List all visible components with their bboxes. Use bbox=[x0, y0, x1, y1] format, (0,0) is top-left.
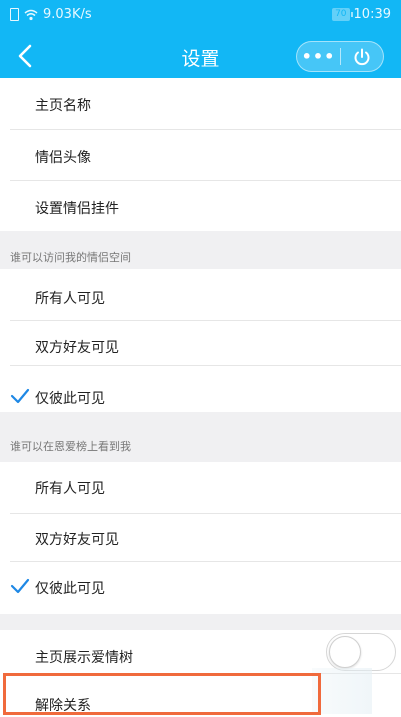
status-bar: 9.03K/s 70 10:39 bbox=[0, 0, 401, 34]
sim-card-icon bbox=[10, 8, 19, 21]
rank-option-all[interactable]: 所有人可见 bbox=[0, 462, 401, 513]
checkmark-icon bbox=[10, 388, 30, 404]
visit-option-friends[interactable]: 双方好友可见 bbox=[0, 321, 401, 365]
capsule-menu: ••• bbox=[296, 41, 384, 72]
rank-option-friends-label: 双方好友可见 bbox=[35, 532, 119, 548]
highlight-box bbox=[3, 673, 321, 715]
section-header-visit: 谁可以访问我的情侣空间 bbox=[0, 231, 401, 269]
love-tree-toggle[interactable] bbox=[326, 633, 396, 671]
visit-option-all-label: 所有人可见 bbox=[35, 291, 105, 307]
power-icon bbox=[354, 48, 370, 65]
status-left: 9.03K/s bbox=[10, 7, 92, 22]
more-button[interactable]: ••• bbox=[297, 42, 340, 71]
rank-option-friends[interactable]: 双方好友可见 bbox=[0, 514, 401, 561]
rank-option-all-label: 所有人可见 bbox=[35, 481, 105, 497]
section-header-visit-label: 谁可以访问我的情侣空间 bbox=[10, 251, 131, 264]
couple-pendant-row[interactable]: 设置情侣挂件 bbox=[0, 181, 401, 231]
couple-avatar-label: 情侣头像 bbox=[35, 150, 91, 166]
visit-option-friends-label: 双方好友可见 bbox=[35, 340, 119, 356]
rank-option-mutual[interactable]: 仅彼此可见 bbox=[0, 562, 401, 614]
status-right: 70 10:39 bbox=[332, 7, 391, 22]
visit-option-mutual-label: 仅彼此可见 bbox=[35, 391, 105, 407]
clock: 10:39 bbox=[353, 7, 391, 22]
battery-icon: 70 bbox=[332, 8, 354, 21]
network-speed: 9.03K/s bbox=[43, 7, 92, 22]
visit-option-all[interactable]: 所有人可见 bbox=[0, 269, 401, 320]
watermark-overlay bbox=[312, 668, 372, 714]
toggle-knob bbox=[329, 636, 361, 668]
nav-bar: 设置 ••• bbox=[0, 34, 401, 78]
rank-option-mutual-label: 仅彼此可见 bbox=[35, 581, 105, 597]
love-tree-label: 主页展示爱情树 bbox=[35, 650, 133, 666]
wifi-icon bbox=[24, 9, 38, 20]
section-header-rank-label: 谁可以在恩爱榜上看到我 bbox=[10, 440, 131, 453]
close-button[interactable] bbox=[341, 42, 383, 71]
visit-option-mutual[interactable]: 仅彼此可见 bbox=[0, 366, 401, 412]
checkmark-icon bbox=[10, 578, 30, 594]
section-spacer bbox=[0, 614, 401, 630]
home-name-row[interactable]: 主页名称 bbox=[0, 78, 401, 129]
love-tree-row: 主页展示爱情树 bbox=[0, 630, 401, 673]
couple-pendant-label: 设置情侣挂件 bbox=[35, 201, 119, 217]
couple-avatar-row[interactable]: 情侣头像 bbox=[0, 130, 401, 180]
home-name-label: 主页名称 bbox=[35, 98, 91, 114]
section-header-rank: 谁可以在恩爱榜上看到我 bbox=[0, 412, 401, 462]
